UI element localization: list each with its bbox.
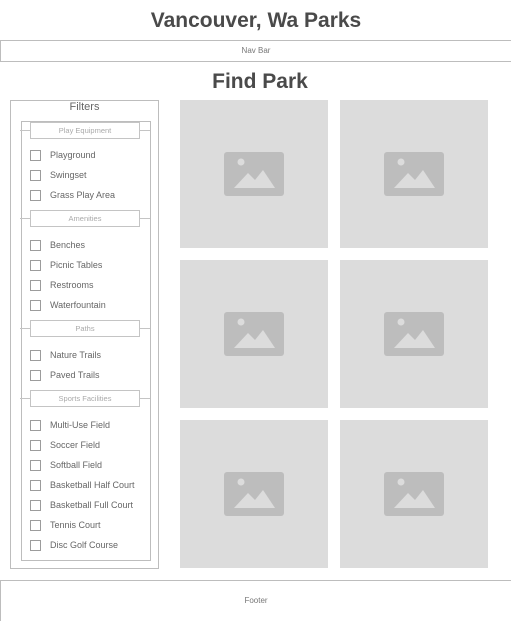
image-placeholder-icon <box>384 472 444 516</box>
divider <box>20 398 30 399</box>
option-label: Playground <box>50 150 96 160</box>
divider <box>20 218 30 219</box>
filters-list <box>21 121 151 561</box>
option-label: Disc Golf Course <box>50 540 119 550</box>
checkbox[interactable] <box>30 280 41 291</box>
checkbox[interactable] <box>30 460 41 471</box>
group-label-paths: Paths <box>30 320 140 337</box>
option-label: Basketball Full Court <box>50 500 134 510</box>
option-label: Nature Trails <box>50 350 102 360</box>
option-label: Restrooms <box>50 280 94 290</box>
checkbox[interactable] <box>30 300 41 311</box>
option-label: Soccer Field <box>50 440 101 450</box>
divider <box>140 328 150 329</box>
checkbox[interactable] <box>30 420 41 431</box>
divider <box>140 398 150 399</box>
option-label: Benches <box>50 240 86 250</box>
park-card[interactable] <box>340 420 488 568</box>
option-label: Paved Trails <box>50 370 100 380</box>
option-label: Tennis Court <box>50 520 101 530</box>
group-label-sports-facilities: Sports Facilities <box>30 390 140 407</box>
image-placeholder-icon <box>384 152 444 196</box>
site-title: Vancouver, Wa Parks <box>150 9 362 32</box>
checkbox[interactable] <box>30 370 41 381</box>
park-card[interactable] <box>180 420 328 568</box>
option-label: Waterfountain <box>50 300 106 310</box>
park-card[interactable] <box>180 100 328 248</box>
option-label: Multi-Use Field <box>50 420 111 430</box>
filters-title: Filters <box>69 101 100 113</box>
divider <box>140 218 150 219</box>
checkbox[interactable] <box>30 480 41 491</box>
checkbox[interactable] <box>30 170 41 181</box>
option-label: Softball Field <box>50 460 103 470</box>
checkbox[interactable] <box>30 520 41 531</box>
group-label-amenities: Amenities <box>30 210 140 227</box>
divider <box>20 130 30 131</box>
checkbox[interactable] <box>30 540 41 551</box>
group-label-play-equipment: Play Equipment <box>30 122 140 139</box>
nav-bar[interactable]: Nav Bar <box>0 40 511 62</box>
divider <box>20 328 30 329</box>
image-placeholder-icon <box>384 312 444 356</box>
option-label: Basketball Half Court <box>50 480 135 490</box>
park-card[interactable] <box>180 260 328 408</box>
image-placeholder-icon <box>224 472 284 516</box>
checkbox[interactable] <box>30 500 41 511</box>
checkbox[interactable] <box>30 350 41 361</box>
checkbox[interactable] <box>30 440 41 451</box>
checkbox[interactable] <box>30 150 41 161</box>
park-card[interactable] <box>340 100 488 248</box>
option-label: Swingset <box>50 170 87 180</box>
footer: Footer <box>0 580 511 621</box>
option-label: Picnic Tables <box>50 260 103 270</box>
image-placeholder-icon <box>224 312 284 356</box>
park-card[interactable] <box>340 260 488 408</box>
page-heading: Find Park <box>212 70 308 93</box>
checkbox[interactable] <box>30 190 41 201</box>
checkbox[interactable] <box>30 260 41 271</box>
option-label: Grass Play Area <box>50 190 116 200</box>
checkbox[interactable] <box>30 240 41 251</box>
divider <box>140 130 150 131</box>
image-placeholder-icon <box>224 152 284 196</box>
